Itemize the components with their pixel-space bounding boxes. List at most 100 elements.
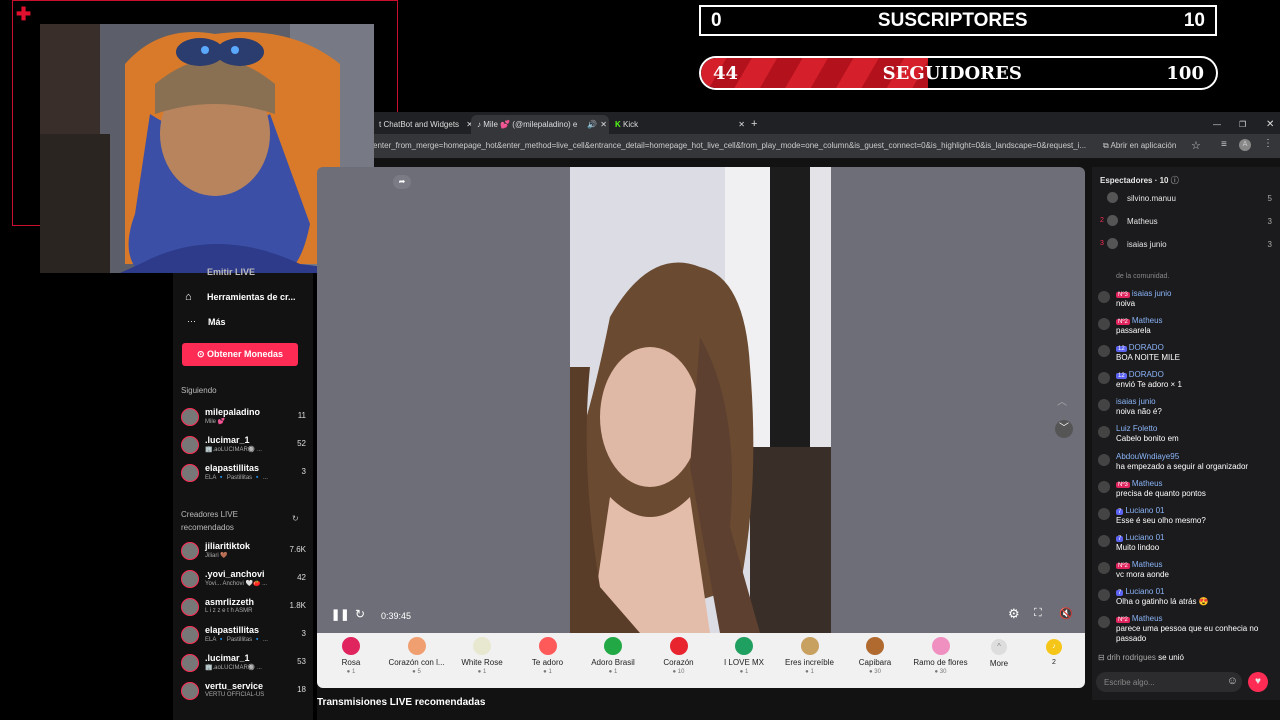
viewer-name: isaias junio	[1127, 240, 1167, 249]
gift-item[interactable]: Corazón con l... ● 5	[387, 637, 447, 675]
chat-message: 12 DORADO BOA NOITE MILE	[1098, 343, 1274, 369]
gift-more-button[interactable]: ^ More	[981, 639, 1017, 668]
profile-avatar[interactable]: A	[1239, 139, 1251, 151]
kick-icon: K	[615, 120, 621, 129]
top-viewer-row[interactable]: 3 isaias junio 3	[1100, 238, 1272, 252]
minimize-icon[interactable]: —	[1207, 115, 1227, 134]
top-viewer-row[interactable]: 2 Matheus 3	[1100, 215, 1272, 229]
chat-username[interactable]: Nº2 Matheus	[1116, 316, 1163, 325]
chat-username[interactable]: 12 DORADO	[1116, 370, 1164, 379]
open-in-app-button[interactable]: ⧉ Abrir en aplicación	[1103, 141, 1176, 151]
viewer-count: 53	[297, 657, 306, 666]
close-icon[interactable]: ✕	[600, 115, 607, 134]
gift-cost: ● 1	[543, 669, 552, 675]
sidebar-creator-item[interactable]: vertu_service VERTU OFFICIAL-US 18	[181, 679, 306, 707]
tab-kick[interactable]: K Kick ✕	[609, 115, 747, 134]
chat-username[interactable]: Nº3 Matheus	[1116, 479, 1163, 488]
chat-username[interactable]: 12 DORADO	[1116, 343, 1164, 352]
gift-item[interactable]: Adoro Brasil ● 1	[583, 637, 643, 675]
scroll-up-icon[interactable]: ︿	[1057, 393, 1067, 408]
extensions-icon[interactable]: ≡	[1221, 139, 1227, 150]
gift-item[interactable]: Rosa ● 1	[321, 637, 381, 675]
share-icon[interactable]: ➦	[393, 175, 411, 189]
like-heart-button[interactable]: ♥	[1248, 672, 1268, 692]
gift-item[interactable]: Eres increíble ● 1	[780, 637, 840, 675]
avatar	[1107, 192, 1118, 203]
chat-username[interactable]: AbdouWndiaye95	[1116, 452, 1179, 461]
tab-chatbot[interactable]: t ChatBot and Widgets ✕	[373, 115, 475, 134]
chat-username[interactable]: Nº2 Matheus	[1116, 614, 1163, 623]
gift-item[interactable]: Te adoro ● 1	[518, 637, 578, 675]
left-sidebar: Emitir LIVE ⌂ Herramientas de cr... ··· …	[173, 267, 313, 720]
info-icon[interactable]: ⓘ	[1171, 176, 1179, 185]
chat-username[interactable]: Nº2 Matheus	[1116, 560, 1163, 569]
chat-username[interactable]: 7 Luciano 01	[1116, 533, 1165, 542]
url-text[interactable]: enter_from_merge=homepage_hot&enter_meth…	[373, 141, 1093, 150]
mute-icon[interactable]: 🔇	[1059, 607, 1073, 620]
sidebar-creator-item[interactable]: asmrlizzeth L i z z e t h ASMR 1.8K	[181, 595, 306, 623]
pause-icon[interactable]: ❚❚	[331, 608, 349, 621]
speaker-icon[interactable]: 🔊	[587, 115, 597, 134]
gift-icon	[342, 637, 360, 655]
gift-icon	[407, 637, 426, 655]
gift-cost: ● 1	[608, 669, 618, 675]
level-badge: 7	[1116, 509, 1124, 515]
chat-message: AbdouWndiaye95 ha empezado a seguir al or…	[1098, 452, 1274, 478]
chat-username[interactable]: Luiz Foletto	[1116, 424, 1157, 433]
live-video-player[interactable]: ➦ ︿ ﹀ ❚❚ ↻ 0:39:45 ⚙ ⛶ 🔇	[317, 167, 1085, 633]
scroll-down-icon[interactable]: ﹀	[1055, 420, 1073, 438]
sidebar-creator-item[interactable]: .yovi_anchovi Yovi... Anchovi 🤍🍅 ... 42	[181, 567, 306, 595]
creator-nickname: ELA 🔹 Pastillitas 🔹 ...	[205, 637, 268, 643]
maximize-icon[interactable]: ❐	[1233, 115, 1252, 134]
new-tab-button[interactable]: +	[745, 115, 763, 134]
close-icon[interactable]: ✕	[738, 115, 745, 134]
gift-icon	[604, 637, 622, 655]
sidebar-item-tools[interactable]: ⌂ Herramientas de cr...	[185, 291, 311, 305]
chat-message: Nº2 Matheus vc mora aonde	[1098, 560, 1274, 586]
chat-message: isaias junio noiva não é?	[1098, 397, 1274, 423]
viewer-count: 3	[301, 629, 306, 638]
tab-tiktok-live[interactable]: ♪ Mile 💕 (@milepaladino) e 🔊 ✕	[471, 115, 609, 134]
avatar	[181, 598, 199, 616]
gift-item[interactable]: Capibara ● 30	[845, 637, 905, 675]
sidebar-partial-item[interactable]: Emitir LIVE	[207, 267, 255, 277]
sidebar-creator-item[interactable]: .lucimar_1 🏢.aoLUCIMAR🔘 ... 53	[181, 651, 306, 679]
star-icon[interactable]: ☆	[1191, 139, 1201, 152]
sidebar-item-more[interactable]: ··· Más	[187, 316, 313, 330]
refresh-icon[interactable]: ↻	[292, 514, 299, 523]
fullscreen-icon[interactable]: ⛶	[1034, 607, 1042, 620]
chat-username[interactable]: isaias junio	[1116, 397, 1156, 406]
chat-input[interactable]: Escribe algo... ☺	[1096, 672, 1242, 692]
gift-cost: ● 1	[477, 669, 487, 675]
viewer-name: Matheus	[1127, 217, 1158, 226]
gift-item[interactable]: Corazón ● 10	[649, 637, 709, 675]
username-text: Matheus	[1131, 316, 1163, 325]
reload-icon[interactable]: ↻	[355, 607, 365, 621]
top-viewer-row[interactable]: silvino.manuu 5	[1100, 192, 1272, 206]
chat-username[interactable]: 7 Luciano 01	[1116, 587, 1165, 596]
emoji-icon[interactable]: ☺	[1227, 675, 1238, 687]
gift-item[interactable]: Ramo de flores ● 30	[911, 637, 971, 675]
gift-item[interactable]: White Rose ● 1	[452, 637, 512, 675]
close-window-icon[interactable]: ✕	[1260, 115, 1280, 134]
creator-nickname: Yovi... Anchovi 🤍🍅 ...	[205, 581, 268, 587]
sidebar-creator-item[interactable]: elapastillitas ELA 🔹 Pastillitas 🔹 ... 3	[181, 623, 306, 651]
creator-name: .lucimar_1	[205, 653, 250, 663]
sidebar-creator-item[interactable]: .lucimar_1 🏢.aoLUCIMAR🔘 ... 52	[181, 433, 306, 461]
sidebar-creator-item[interactable]: milepaladino Mile 💕 11	[181, 405, 306, 433]
coin-balance-button[interactable]: ♪ 2	[1043, 639, 1065, 666]
chat-username[interactable]: Nº3 isaias junio	[1116, 289, 1171, 298]
settings-gear-icon[interactable]: ⚙	[1008, 606, 1020, 622]
creator-nickname: L i z z e t h ASMR	[205, 608, 253, 614]
gift-item[interactable]: I LOVE MX ● 1	[714, 637, 774, 675]
avatar	[1098, 426, 1110, 438]
gift-name: Corazón	[663, 658, 694, 667]
chat-panel: Espectadores · 10 ⓘ silvino.manuu 5 2 Mathe…	[1092, 167, 1280, 700]
address-bar[interactable]: enter_from_merge=homepage_hot&enter_meth…	[317, 134, 1280, 158]
kebab-menu-icon[interactable]: ⋮	[1263, 138, 1273, 149]
followers-current: 44	[713, 62, 739, 84]
get-coins-button[interactable]: ⊙ Obtener Monedas	[182, 343, 298, 366]
sidebar-creator-item[interactable]: elapastillitas ELA 🔹 Pastillitas 🔹 ... 3	[181, 461, 306, 489]
sidebar-creator-item[interactable]: jiliaritiktok Jiliari 🤎 7.6K	[181, 539, 306, 567]
chat-username[interactable]: 7 Luciano 01	[1116, 506, 1165, 515]
